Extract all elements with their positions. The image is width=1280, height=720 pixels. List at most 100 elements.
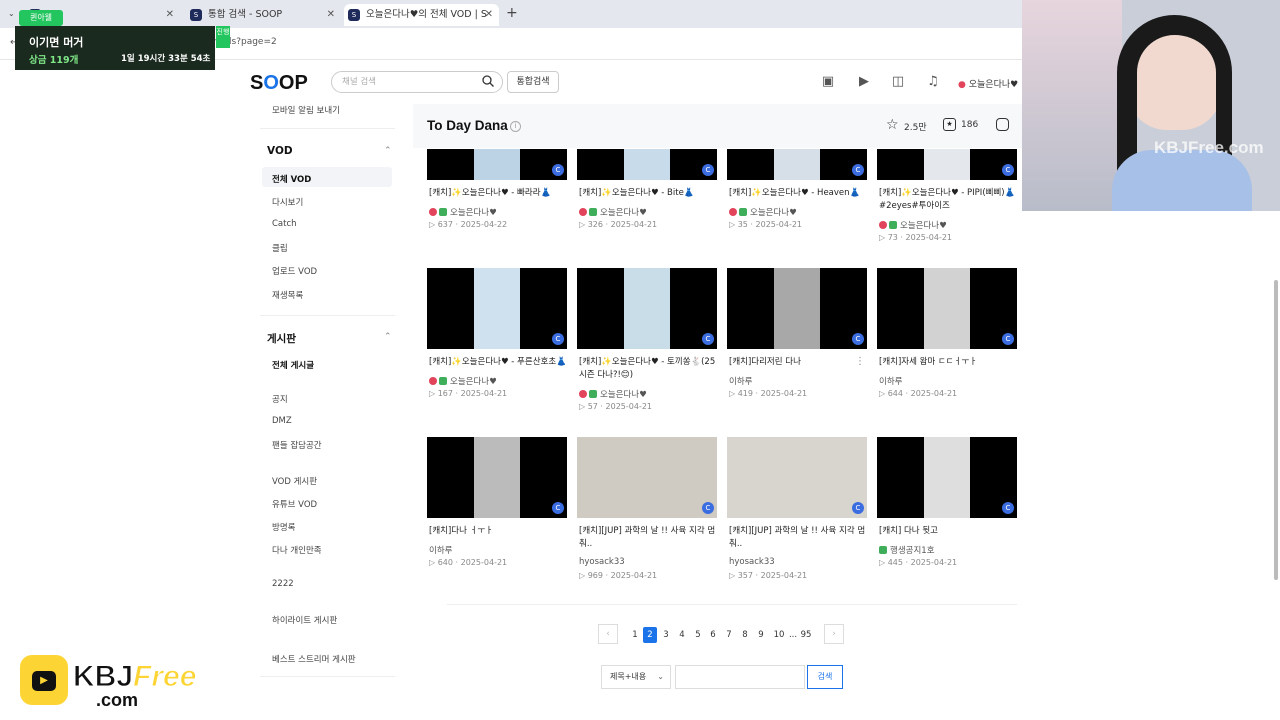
page-link[interactable]: 5 xyxy=(691,627,705,643)
vod-author[interactable]: 이하루 xyxy=(429,544,452,556)
vod-thumbnail[interactable]: C xyxy=(877,149,1017,180)
vod-author[interactable]: 오늘은다나♥ xyxy=(579,206,647,218)
info-icon[interactable]: i xyxy=(510,121,521,132)
sidebar-item-dana-personal[interactable]: 다나 개인만족 xyxy=(272,544,322,556)
channel-search-input[interactable]: 채널 검색 xyxy=(331,71,503,93)
video-icon[interactable]: ▶ xyxy=(856,74,872,90)
soop-logo[interactable]: SOOP xyxy=(250,72,308,95)
vod-author[interactable]: hyosack33 xyxy=(729,557,775,567)
sidebar-item-clip[interactable]: 클립 xyxy=(272,242,288,254)
author-name: 오늘은다나♥ xyxy=(450,208,497,218)
vod-author[interactable]: 오늘은다나♥ xyxy=(579,388,647,400)
vod-author[interactable]: 이하루 xyxy=(879,375,902,387)
sidebar-item-2222[interactable]: 2222 xyxy=(272,579,294,589)
sidebar-item-vod-board[interactable]: VOD 게시판 xyxy=(272,475,317,487)
search-button[interactable]: 검색 xyxy=(807,665,843,689)
page-link-last[interactable]: 95 xyxy=(798,627,814,643)
page-link[interactable]: 10 xyxy=(771,627,787,643)
page-scrollbar[interactable] xyxy=(1274,280,1278,580)
close-tab-icon[interactable]: ✕ xyxy=(327,4,335,26)
page-link[interactable]: 1 xyxy=(628,627,642,643)
game-icon[interactable]: ◫ xyxy=(890,74,906,90)
next-page-button[interactable]: › xyxy=(824,624,844,644)
play-count-icon: ▷ xyxy=(429,389,438,398)
browser-tab[interactable]: S 통합 검색 - SOOP ✕ xyxy=(186,4,341,26)
sidebar-item-all-vod[interactable]: 전체 VOD xyxy=(272,173,311,185)
sidebar-item-guestbook[interactable]: 방명록 xyxy=(272,521,295,533)
vod-title[interactable]: [캐치]✨오늘은다나♥ - 푸른산호초👗 xyxy=(429,356,569,369)
sidebar-item-upload[interactable]: 업로드 VOD xyxy=(272,265,317,277)
new-tab-button[interactable]: + xyxy=(506,5,518,21)
sidebar-item-dmz[interactable]: DMZ xyxy=(272,416,292,426)
page-link[interactable]: 3 xyxy=(659,627,673,643)
sidebar-item-all-posts[interactable]: 전체 게시글 xyxy=(272,359,314,371)
bell-icon[interactable]: ♫ xyxy=(925,74,941,90)
search-icon[interactable] xyxy=(482,75,494,87)
page-link-current[interactable]: 2 xyxy=(643,627,657,643)
close-tab-icon[interactable]: ✕ xyxy=(485,4,493,26)
vod-title[interactable]: [캐치]✨오늘은다나♥ - Heaven👗 xyxy=(729,187,869,200)
vod-title[interactable]: [캐치]자세 왐마 ㄷㄷㅓㅜㅏ xyxy=(879,356,1019,369)
sidebar-item-playlist[interactable]: 재생목록 xyxy=(272,289,303,301)
sidebar-item-catch[interactable]: Catch xyxy=(272,219,297,229)
vod-title[interactable]: [캐치]✨오늘은다나♥ - PIPI(삐삐)👗#2eyes#투아이즈 xyxy=(879,187,1019,213)
sidebar-vod-heading[interactable]: VOD xyxy=(267,145,293,157)
tab-search-icon[interactable]: ⌄ xyxy=(8,9,15,18)
vod-title[interactable]: [캐치][JUP] 과학의 날 !! 사육 지각 멈춰.. xyxy=(729,525,869,551)
sidebar-mobile-alert[interactable]: 모바일 알림 보내기 xyxy=(272,104,340,116)
vod-title[interactable]: [캐치]다리저린 다나 xyxy=(729,356,869,369)
sidebar-board-heading[interactable]: 게시판 xyxy=(267,331,296,346)
user-profile[interactable]: ● 오늘은다나♥ xyxy=(958,77,1018,90)
prev-page-button[interactable]: ‹ xyxy=(598,624,618,644)
chevron-up-icon[interactable]: ⌃ xyxy=(384,146,392,156)
all-search-button[interactable]: 통합검색 xyxy=(507,71,559,93)
page-link[interactable]: 8 xyxy=(738,627,752,643)
page-link[interactable]: 9 xyxy=(754,627,768,643)
vod-author[interactable]: 이하루 xyxy=(729,375,752,387)
vod-thumbnail[interactable]: C xyxy=(727,268,867,349)
edit-icon[interactable] xyxy=(996,118,1009,131)
vod-author[interactable]: 오늘은다나♥ xyxy=(429,375,497,387)
sidebar-item-youtube-vod[interactable]: 유튜브 VOD xyxy=(272,498,317,510)
vod-title[interactable]: [캐치][JUP] 과학의 날 !! 사육 지각 멈춰.. xyxy=(579,525,719,551)
subscribe-icon[interactable]: ★ xyxy=(943,118,956,131)
vod-title[interactable]: [캐치]다나 ㅓㅜㅏ xyxy=(429,525,569,538)
vod-thumbnail[interactable]: C xyxy=(577,437,717,518)
vod-thumbnail[interactable]: C xyxy=(577,268,717,349)
sidebar-item-replay[interactable]: 다시보기 xyxy=(272,196,303,208)
chevron-up-icon[interactable]: ⌃ xyxy=(384,332,392,342)
clipboard-icon[interactable]: ▣ xyxy=(820,74,836,90)
board-search-input[interactable] xyxy=(675,665,805,689)
page-link[interactable]: 4 xyxy=(675,627,689,643)
vod-thumbnail[interactable]: C xyxy=(427,437,567,518)
overlay-timer: 1일 19시간 33분 54초 xyxy=(121,54,211,64)
vod-title[interactable]: [캐치]✨오늘은다나♥ - Bite👗 xyxy=(579,187,719,200)
vod-author[interactable]: 오늘은다나♥ xyxy=(429,206,497,218)
vod-title[interactable]: [캐치] 다나 뒷고 xyxy=(879,525,1019,538)
search-type-select[interactable]: 제목+내용 ⌄ xyxy=(601,665,671,689)
vod-author[interactable]: 오늘은다나♥ xyxy=(729,206,797,218)
vod-thumbnail[interactable]: C xyxy=(427,149,567,180)
vod-author[interactable]: 오늘은다나♥ xyxy=(879,219,947,231)
vod-author[interactable]: hyosack33 xyxy=(579,557,625,567)
page-link[interactable]: 7 xyxy=(722,627,736,643)
catch-badge-icon: C xyxy=(552,333,564,345)
sidebar-item-best-streamer[interactable]: 베스트 스트리머 게시판 xyxy=(272,653,356,665)
vod-author[interactable]: 행생공지1호 xyxy=(879,544,935,556)
vod-title[interactable]: [캐치]✨오늘은다나♥ - 토끼쏭🐇(25시즌 다나?!😊) xyxy=(579,356,719,382)
sidebar-item-highlight[interactable]: 하이라이트 게시판 xyxy=(272,614,337,626)
sidebar-item-notice[interactable]: 공지 xyxy=(272,393,288,405)
vod-thumbnail[interactable]: C xyxy=(427,268,567,349)
page-link[interactable]: 6 xyxy=(706,627,720,643)
browser-tab-active[interactable]: S 오늘은다나♥의 전체 VOD | S ✕ xyxy=(344,4,499,26)
sidebar-item-fan-chat[interactable]: 팬들 잡담공간 xyxy=(272,439,322,451)
vod-title[interactable]: [캐치]✨오늘은다나♥ - 빠라라👗 xyxy=(429,187,569,200)
vod-thumbnail[interactable]: C xyxy=(877,437,1017,518)
vod-thumbnail[interactable]: C xyxy=(577,149,717,180)
star-icon[interactable]: ☆ xyxy=(886,117,899,133)
close-tab-icon[interactable]: ✕ xyxy=(166,4,174,26)
more-options-icon[interactable]: ⋮ xyxy=(855,356,865,367)
vod-thumbnail[interactable]: C xyxy=(877,268,1017,349)
vod-thumbnail[interactable]: C xyxy=(727,149,867,180)
vod-thumbnail[interactable]: C xyxy=(727,437,867,518)
